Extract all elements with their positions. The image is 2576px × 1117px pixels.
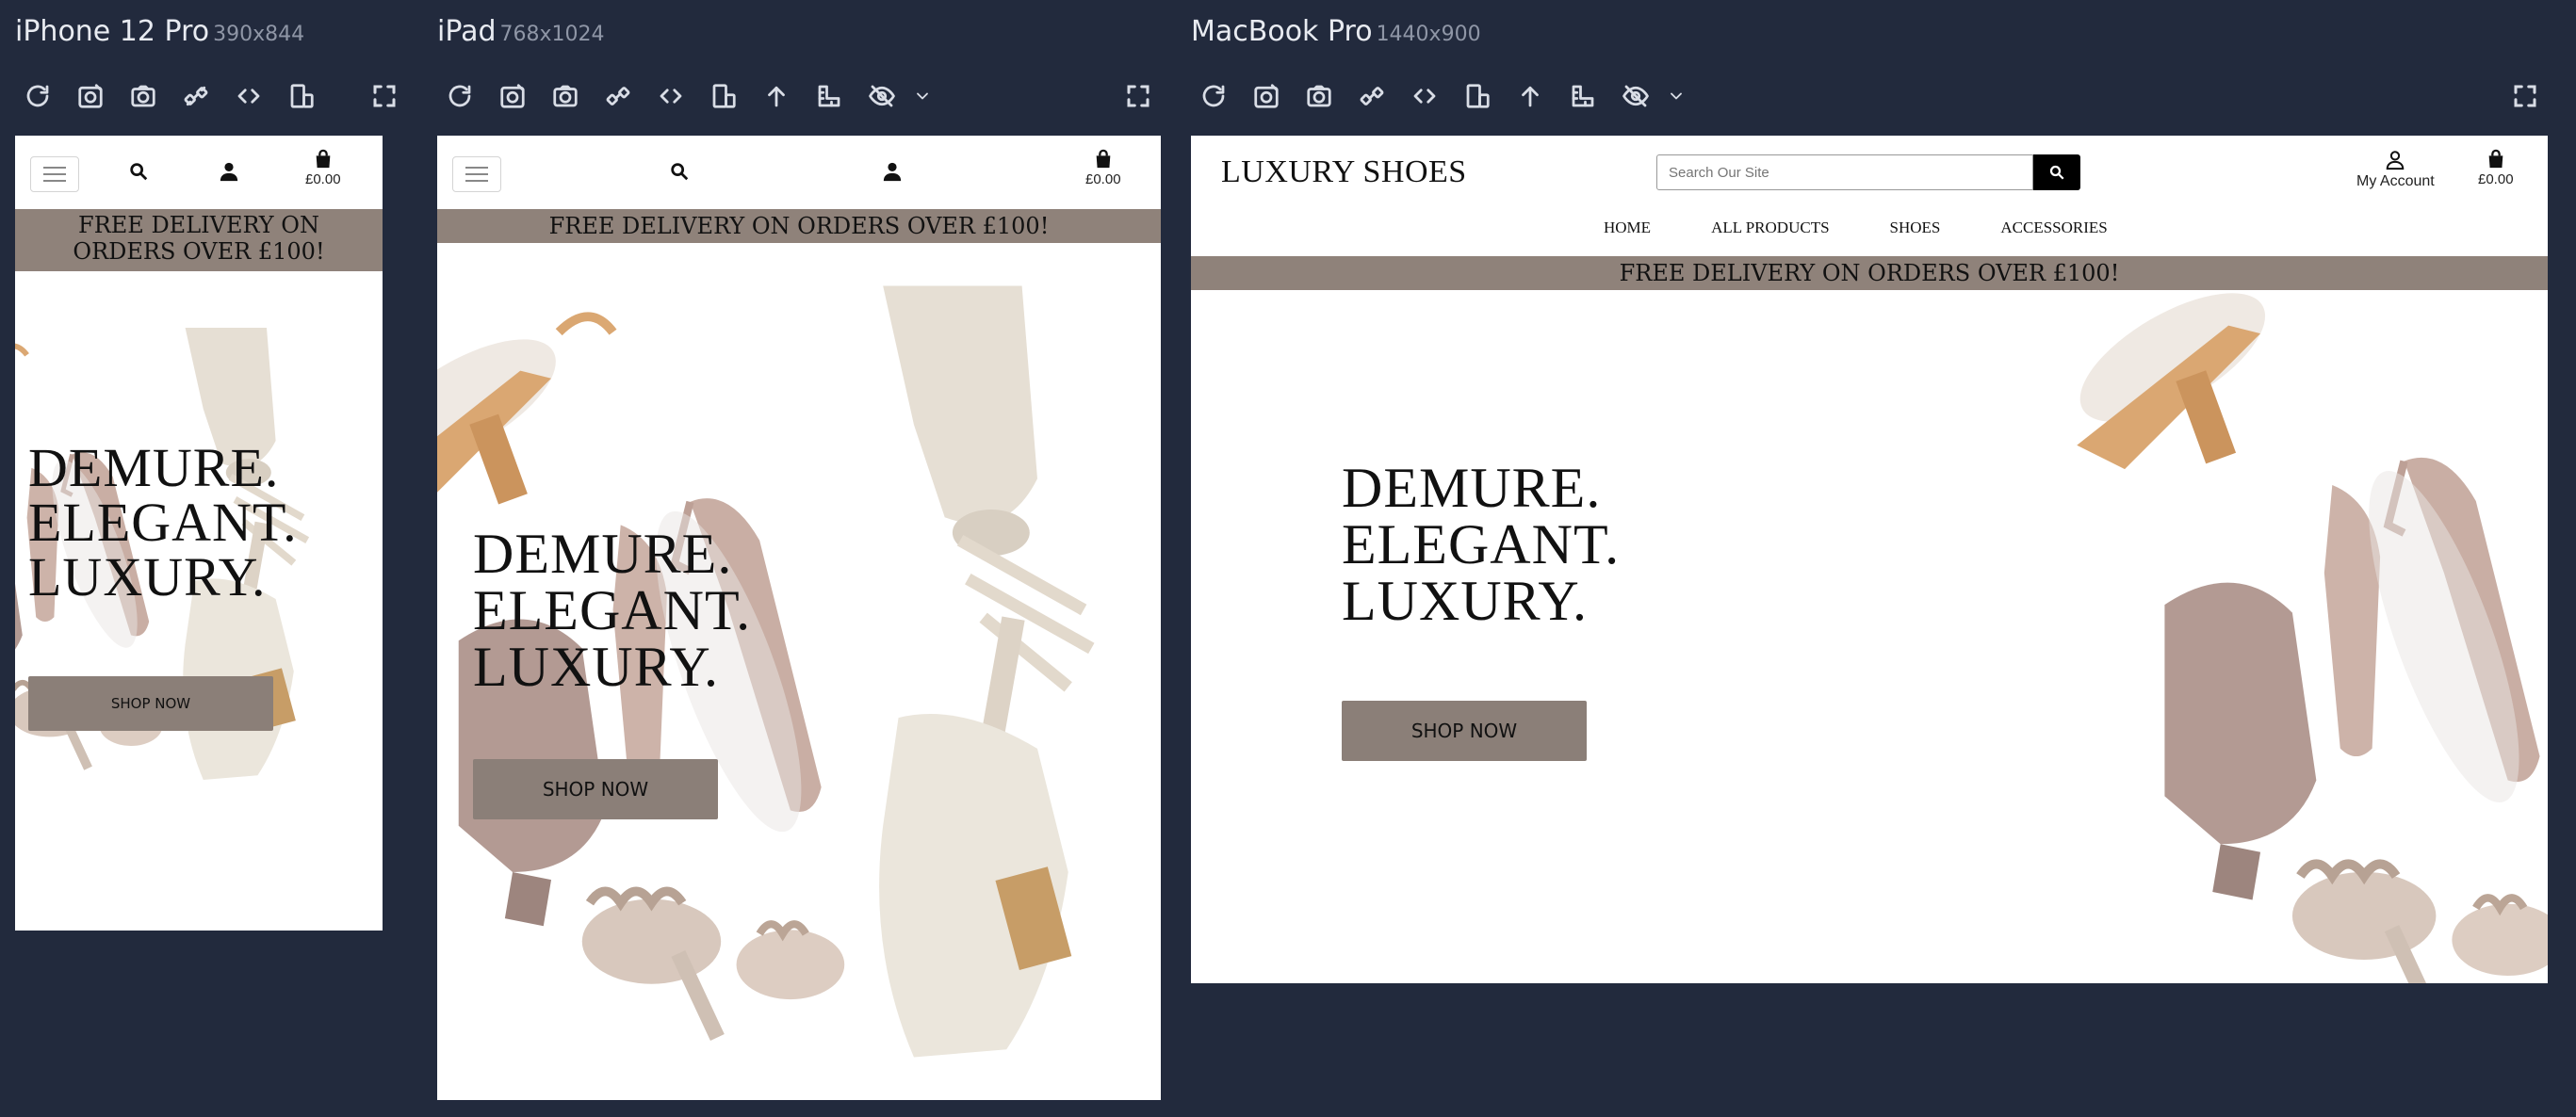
sync-scroll-icon[interactable] (1345, 75, 1398, 117)
headline-line: ELEGANT. (1342, 513, 1621, 575)
nav-accessories[interactable]: ACCESSORIES (2000, 219, 2107, 237)
visibility-off-icon[interactable] (1609, 75, 1662, 117)
menu-toggle-button[interactable] (452, 156, 501, 192)
delivery-banner: FREE DELIVERY ON ORDERS OVER £100! (1191, 256, 2548, 290)
search-bar (1656, 154, 2080, 190)
device-size: 768x1024 (499, 23, 605, 46)
iphone-viewport: £0.00 FREE DELIVERY ON ORDERS OVER £100!… (15, 136, 383, 931)
hero-headline: DEMURE. ELEGANT. LUXURY. (28, 441, 298, 605)
headline-line: DEMURE. (28, 437, 280, 498)
code-icon[interactable] (1398, 75, 1451, 117)
scroll-top-icon[interactable] (1504, 75, 1557, 117)
ruler-icon[interactable] (1557, 75, 1609, 117)
hero-shoes-image (1191, 290, 2548, 983)
refresh-icon[interactable] (433, 75, 486, 117)
cart-button[interactable]: £0.00 (2478, 149, 2514, 187)
rotate-icon[interactable] (1451, 75, 1504, 117)
screenshot-full-icon[interactable] (64, 75, 117, 117)
cart-button[interactable]: £0.00 (1085, 149, 1121, 187)
headline-line: ELEGANT. (28, 492, 298, 553)
account-icon (2387, 151, 2405, 170)
ipad-viewport: £0.00 FREE DELIVERY ON ORDERS OVER £100!… (437, 136, 1161, 1100)
device-toolbar (1187, 75, 1690, 117)
device-title: MacBook Pro 1440x900 (1191, 15, 1481, 48)
tablet-header: £0.00 (437, 136, 1161, 209)
cart-icon (2488, 149, 2503, 169)
cart-total: £0.00 (1085, 171, 1121, 187)
rotate-icon[interactable] (275, 75, 328, 117)
device-name: iPhone 12 Pro (15, 15, 210, 48)
desktop-header: LUXURY SHOES My Account £0.00 HOME ALL P… (1191, 136, 2548, 256)
chevron-down-icon[interactable] (1662, 75, 1690, 117)
nav-all-products[interactable]: ALL PRODUCTS (1711, 219, 1829, 237)
device-name: iPad (437, 15, 497, 48)
shop-now-button[interactable]: SHOP NOW (1342, 701, 1587, 761)
search-input[interactable] (1656, 154, 2033, 190)
scroll-top-icon[interactable] (750, 75, 803, 117)
device-title: iPhone 12 Pro 390x844 (15, 15, 304, 48)
headline-line: DEMURE. (473, 523, 733, 585)
headline-line: ELEGANT. (473, 579, 752, 641)
refresh-icon[interactable] (1187, 75, 1240, 117)
search-icon[interactable] (128, 161, 149, 182)
account-icon[interactable] (219, 160, 239, 183)
rotate-icon[interactable] (697, 75, 750, 117)
cart-total: £0.00 (305, 171, 341, 187)
headline-line: LUXURY. (1342, 570, 1588, 632)
main-nav: HOME ALL PRODUCTS SHOES ACCESSORIES (1604, 219, 2108, 237)
device-title: iPad 768x1024 (437, 15, 605, 48)
fullscreen-icon[interactable] (358, 75, 411, 117)
nav-home[interactable]: HOME (1604, 219, 1651, 237)
shop-now-button[interactable]: SHOP NOW (28, 676, 273, 731)
sync-scroll-icon[interactable] (170, 75, 222, 117)
fullscreen-icon[interactable] (2499, 75, 2552, 117)
screenshot-full-icon[interactable] (486, 75, 539, 117)
search-button[interactable] (2033, 154, 2080, 190)
delivery-banner: FREE DELIVERY ON ORDERS OVER £100! (437, 209, 1161, 243)
device-toolbar (433, 75, 937, 117)
code-icon[interactable] (644, 75, 697, 117)
hero-headline: DEMURE. ELEGANT. LUXURY. (1342, 460, 1620, 629)
device-name: MacBook Pro (1191, 15, 1373, 48)
delivery-banner: FREE DELIVERY ON ORDERS OVER £100! (15, 209, 383, 271)
headline-line: LUXURY. (28, 546, 267, 607)
device-size: 390x844 (213, 23, 305, 46)
code-icon[interactable] (222, 75, 275, 117)
device-toolbar (11, 75, 328, 117)
my-account-button[interactable]: My Account (2356, 149, 2435, 190)
nav-shoes[interactable]: SHOES (1890, 219, 1941, 237)
shop-now-button[interactable]: SHOP NOW (473, 759, 718, 819)
my-account-label: My Account (2356, 173, 2435, 189)
account-icon[interactable] (882, 160, 903, 183)
fullscreen-icon[interactable] (1112, 75, 1165, 117)
refresh-icon[interactable] (11, 75, 64, 117)
visibility-off-icon[interactable] (856, 75, 908, 117)
macbook-viewport: LUXURY SHOES My Account £0.00 HOME ALL P… (1191, 136, 2548, 983)
sync-scroll-icon[interactable] (592, 75, 644, 117)
chevron-down-icon[interactable] (908, 75, 937, 117)
headline-line: LUXURY. (473, 636, 719, 698)
headline-line: DEMURE. (1342, 457, 1602, 519)
screenshot-full-icon[interactable] (1240, 75, 1293, 117)
cart-total: £0.00 (2478, 171, 2514, 187)
search-icon[interactable] (669, 161, 690, 182)
device-size: 1440x900 (1376, 23, 1481, 46)
cart-button[interactable]: £0.00 (305, 149, 341, 187)
hero-headline: DEMURE. ELEGANT. LUXURY. (473, 526, 751, 695)
hero-section: DEMURE. ELEGANT. LUXURY. SHOP NOW (15, 271, 383, 931)
hero-section: DEMURE. ELEGANT. LUXURY. SHOP NOW (1191, 290, 2548, 983)
site-logo[interactable]: LUXURY SHOES (1221, 154, 1467, 190)
menu-toggle-button[interactable] (30, 156, 79, 192)
mobile-header: £0.00 (15, 136, 383, 209)
hero-section: DEMURE. ELEGANT. LUXURY. SHOP NOW (437, 243, 1161, 1100)
camera-icon[interactable] (1293, 75, 1345, 117)
camera-icon[interactable] (539, 75, 592, 117)
ruler-icon[interactable] (803, 75, 856, 117)
camera-icon[interactable] (117, 75, 170, 117)
